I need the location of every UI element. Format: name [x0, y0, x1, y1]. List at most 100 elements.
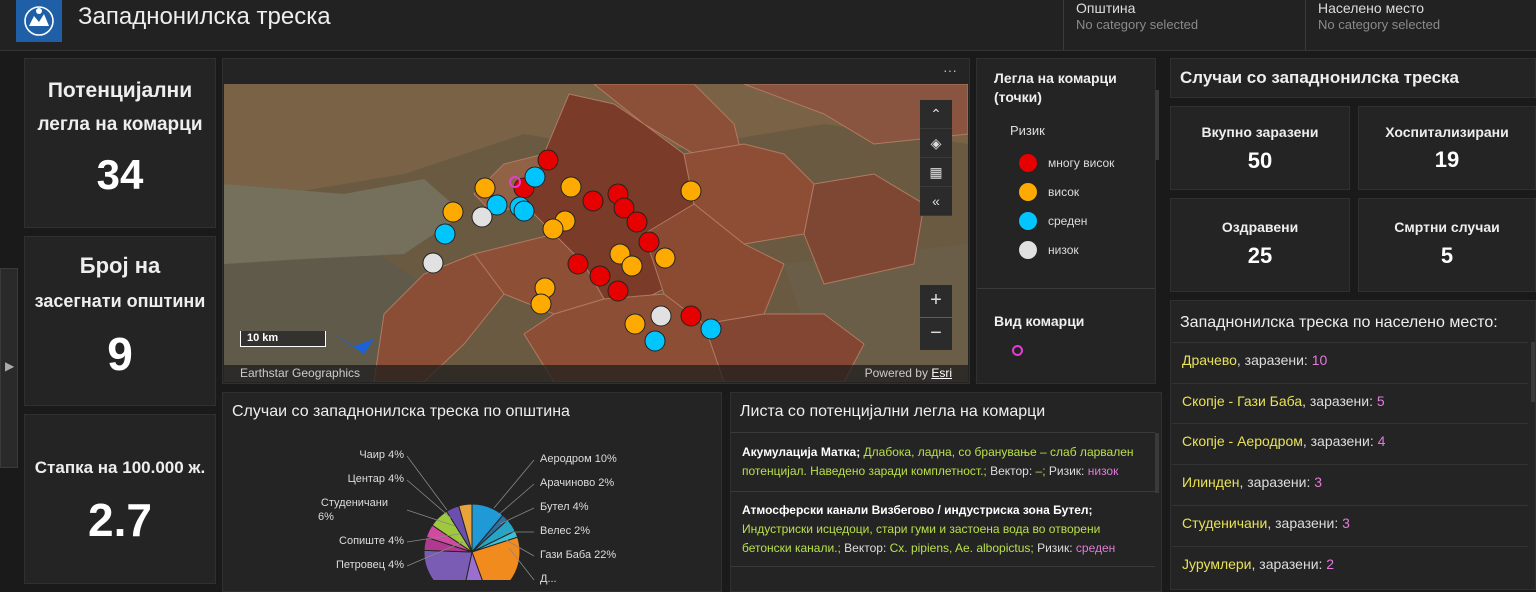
- stat-title: Вкупно заразени: [1201, 124, 1319, 140]
- layers-icon[interactable]: ◈: [920, 129, 952, 158]
- infected-label: , заразени:: [1302, 393, 1377, 409]
- stat-value: 50: [1247, 148, 1273, 173]
- place-name: Скопје - Аеродром: [1182, 433, 1303, 449]
- blue-dot-icon: [1018, 211, 1038, 231]
- pie-label: Студеничани: [320, 497, 388, 509]
- breeding-list-scrollbar[interactable]: [1155, 433, 1159, 493]
- stat-total-infected: Вкупно заразени 50: [1170, 106, 1350, 190]
- pie-label: Д...: [540, 573, 557, 585]
- kpi-value: 34: [96, 151, 144, 198]
- legend-label: среден: [1048, 214, 1088, 228]
- place-selector[interactable]: Населено место No category selected: [1305, 0, 1536, 50]
- pie-slice[interactable]: [423, 549, 473, 580]
- place-selector-title: Населено место: [1318, 0, 1425, 16]
- list-item[interactable]: Студеничани, заразени: 3: [1172, 505, 1528, 544]
- infected-count: 3: [1342, 515, 1350, 531]
- site-description-cont: потенцијал. Наведено заради комплетност.…: [742, 464, 987, 478]
- infected-label: , заразени:: [1236, 352, 1312, 368]
- by-place-title: Западнонилска треска по населено место:: [1180, 314, 1498, 331]
- kpi-breeding-sites: Потенцијални легла на комарци 34: [24, 58, 216, 228]
- place-selector-value: No category selected: [1318, 17, 1441, 32]
- site-description: Длабока, ладна, со бранување – слаб ларв…: [863, 445, 1134, 459]
- cases-title-panel: Случаи со западнонилска треска: [1170, 58, 1536, 98]
- gray-dot-icon: [1018, 240, 1038, 260]
- kpi-title: Стапка на 100.000 ж.: [34, 458, 206, 477]
- pie-label: Петровец 4%: [335, 559, 404, 571]
- pie-chart: [406, 455, 535, 580]
- place-name: Драчево: [1182, 352, 1237, 368]
- site-description: Индустриски исцедоци, стари гуми и засто…: [742, 522, 1101, 536]
- municipality-selector-title: Општина: [1076, 0, 1136, 16]
- list-item[interactable]: Скопје - Гази Баба, заразени: 5: [1172, 383, 1528, 422]
- by-place-scrollbar[interactable]: [1531, 342, 1535, 402]
- pie-label: Центар 4%: [347, 473, 404, 485]
- kpi-title-line1: Потенцијални: [47, 79, 193, 102]
- stat-value: 19: [1434, 147, 1460, 172]
- risk-value: среден: [1075, 541, 1116, 555]
- species-ring-icon: [1012, 345, 1023, 356]
- infected-count: 4: [1377, 433, 1386, 449]
- vector-label: Вектор:: [844, 541, 887, 555]
- infected-count: 5: [1376, 393, 1385, 409]
- list-item[interactable]: Акумулација Матка; Длабока, ладна, со бр…: [732, 443, 1156, 481]
- list-item[interactable]: Драчево, заразени: 10: [1172, 342, 1528, 381]
- kpi-title-line2: засегнати општини: [34, 291, 206, 311]
- collapse-icon[interactable]: «: [920, 187, 952, 216]
- legend-label: низок: [1048, 243, 1079, 257]
- attribution-left: Earthstar Geographics: [240, 366, 361, 380]
- header-bar: Западнонилска треска Општина No category…: [0, 0, 1536, 51]
- pie-label: Гази Баба 22%: [540, 549, 617, 561]
- place-name: Јурумлери: [1182, 556, 1252, 572]
- expand-icon[interactable]: ⌃: [920, 100, 952, 129]
- infected-label: , заразени:: [1267, 515, 1343, 531]
- pie-label: 6%: [318, 511, 334, 523]
- red-dot-icon: [1018, 153, 1038, 173]
- zoom-out-button[interactable]: −: [920, 318, 952, 350]
- site-name: Атмосферски канали Визбегово / индустрис…: [742, 503, 1093, 517]
- risk-label: Ризик:: [1037, 541, 1073, 555]
- pie-leader-line: [496, 483, 535, 517]
- esri-link[interactable]: Esri: [931, 366, 952, 380]
- stat-title: Оздравени: [1221, 219, 1299, 235]
- pie-label: Бутел 4%: [540, 501, 589, 513]
- infected-count: 3: [1314, 474, 1323, 490]
- map-attribution: Earthstar Geographics Powered by Esri: [224, 365, 968, 382]
- stat-title: Хоспитализирани: [1385, 124, 1509, 140]
- powered-by-label: Powered by: [864, 366, 928, 380]
- site-name: Акумулација Матка;: [742, 445, 861, 459]
- list-item[interactable]: Илинден, заразени: 3: [1172, 464, 1528, 503]
- place-name: Илинден: [1182, 474, 1240, 490]
- vector-value: –;: [1035, 464, 1046, 478]
- pie-label: Чаир 4%: [359, 449, 404, 461]
- legend-subtitle: Ризик: [1010, 123, 1045, 138]
- list-item[interactable]: Скопје - Аеродром, заразени: 4: [1172, 423, 1528, 462]
- stat-recovered: Оздравени 25: [1170, 198, 1350, 292]
- app-title: Западнонилска треска: [78, 3, 331, 30]
- kpi-title-line2: легла на комарци: [37, 114, 203, 135]
- qr-icon[interactable]: ▦: [920, 158, 952, 187]
- vector-value: Cx. pipiens, Ae. albopictus;: [889, 541, 1034, 555]
- municipality-selector[interactable]: Општина No category selected: [1063, 0, 1306, 50]
- list-item[interactable]: Атмосферски канали Визбегово / индустрис…: [732, 501, 1156, 558]
- legend-scrollbar[interactable]: [1155, 90, 1159, 160]
- zoom-in-button[interactable]: +: [920, 285, 952, 317]
- map-scale-bar: 10 km: [240, 331, 326, 347]
- legend-divider: [977, 288, 1155, 289]
- municipality-selector-value: No category selected: [1076, 17, 1199, 32]
- stat-hospitalized: Хоспитализирани 19: [1358, 106, 1536, 190]
- stat-value: 5: [1440, 243, 1454, 268]
- coat-of-arms-logo: [16, 0, 62, 42]
- legend-title-line1: Легла на комарци: [994, 70, 1117, 86]
- infected-count: 10: [1311, 352, 1328, 368]
- pie-label: Сопиште 4%: [339, 535, 404, 547]
- pie-label: Арачиново 2%: [540, 477, 615, 489]
- kpi-value: 9: [107, 328, 133, 380]
- pie-leader-line: [406, 455, 448, 511]
- map-view[interactable]: [224, 84, 968, 382]
- list-item[interactable]: Јурумлери, заразени: 2: [1172, 546, 1528, 585]
- risk-label: Ризик:: [1048, 464, 1085, 478]
- infected-count: 2: [1326, 556, 1335, 572]
- breeding-list-title: Листа со потенцијални легла на комарци: [740, 403, 1046, 420]
- more-options-icon[interactable]: ···: [943, 62, 957, 78]
- side-panel-toggle[interactable]: ▶: [0, 268, 18, 468]
